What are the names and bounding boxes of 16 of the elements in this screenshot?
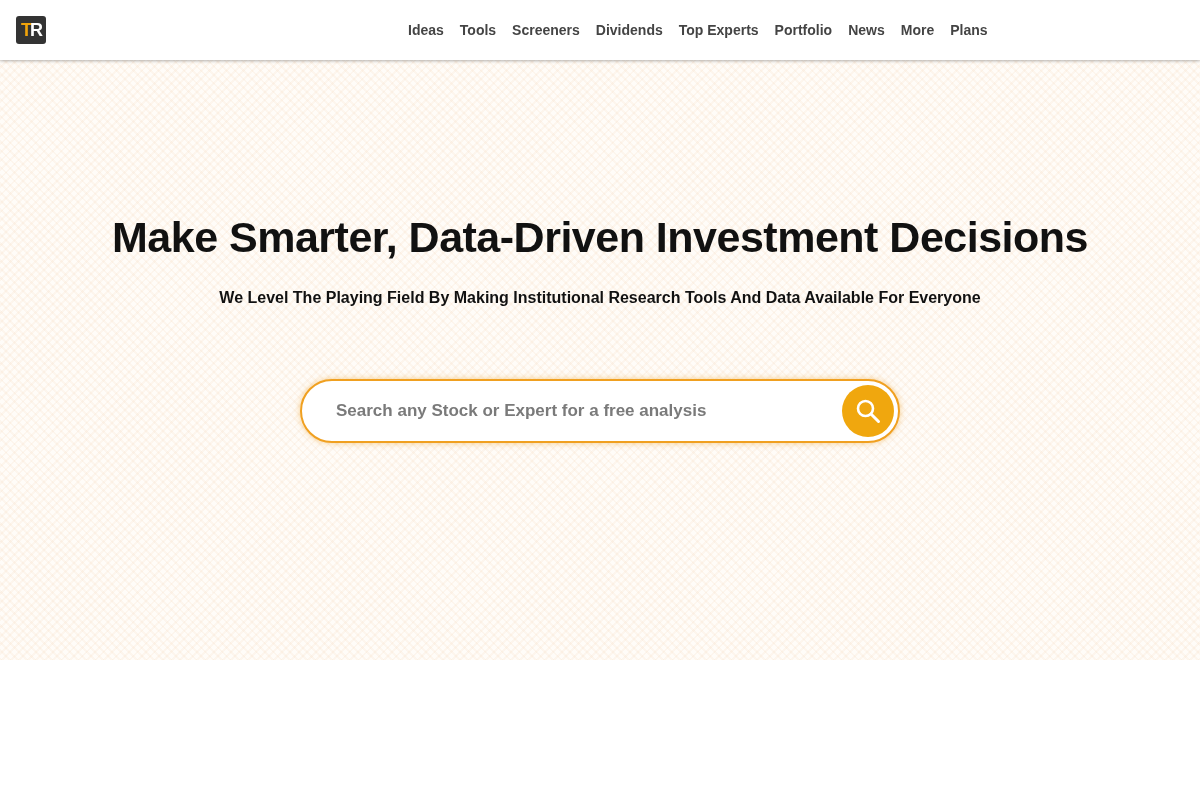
nav-link[interactable]: News [840,22,893,38]
nav-link[interactable]: Ideas [400,22,452,38]
nav-link[interactable]: More [892,22,943,38]
search-bar[interactable]: Search any Stock or Expert for a free analysis [300,379,900,443]
search-icon [855,398,881,424]
nav-link[interactable]: Plans [942,22,996,38]
nav-link[interactable]: Screeners [504,22,588,38]
nav-link[interactable]: Portfolio [766,22,841,38]
search-field[interactable]: Search any Stock or Expert for a free analysis [334,400,842,422]
logo[interactable]: TR [16,16,46,44]
hero-title: Make Smarter, Data-Driven Investment Decisions [112,213,1088,262]
nav-link[interactable]: Tools [451,22,505,38]
search-button[interactable] [842,385,894,437]
nav-link[interactable]: Dividends [587,22,671,38]
hero-subtitle: We Level The Playing Field By Making Institutional Research Tools And Data Available For Everyone [219,289,981,307]
nav-link[interactable]: Top Experts [670,22,767,38]
